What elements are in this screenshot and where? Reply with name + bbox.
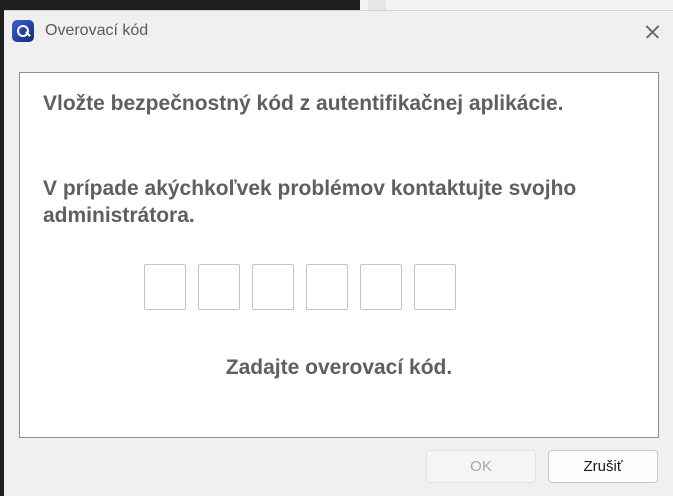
app-logo-icon — [12, 20, 34, 42]
verification-dialog: Overovací kód Vložte bezpečnostný kód z … — [4, 10, 673, 496]
code-digit-6[interactable] — [414, 264, 456, 310]
code-digit-2[interactable] — [198, 264, 240, 310]
background-window-strip — [360, 0, 673, 10]
close-button[interactable] — [637, 19, 667, 45]
cancel-button[interactable]: Zrušiť — [548, 450, 658, 483]
code-digit-1[interactable] — [144, 264, 186, 310]
contact-admin-text: V prípade akýchkoľvek problémov kontaktu… — [43, 177, 577, 227]
title-bar[interactable]: Overovací kód — [4, 11, 673, 51]
code-input-group — [144, 264, 456, 310]
ok-button[interactable]: OK — [426, 450, 536, 483]
status-message: Zadajte overovací kód. — [225, 356, 453, 379]
code-digit-5[interactable] — [360, 264, 402, 310]
code-digit-3[interactable] — [252, 264, 294, 310]
instruction-text: Vložte bezpečnostný kód z autentifikačne… — [43, 92, 564, 115]
background-app-strip — [0, 0, 360, 10]
background-window-band — [368, 0, 386, 10]
code-digit-4[interactable] — [306, 264, 348, 310]
dialog-title: Overovací kód — [45, 22, 149, 39]
content-panel: Vložte bezpečnostný kód z autentifikačne… — [19, 72, 659, 438]
